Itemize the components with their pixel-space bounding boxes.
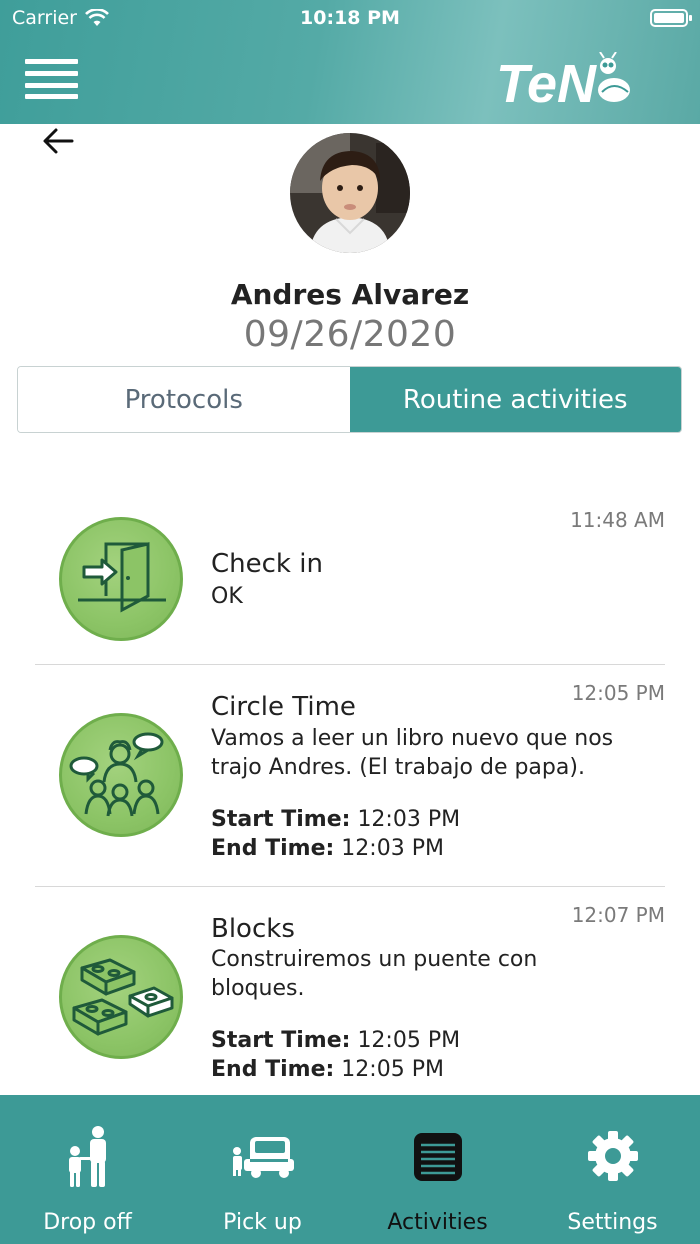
- battery-icon: [650, 9, 692, 27]
- start-time-row: Start Time: 12:03 PM: [211, 807, 460, 832]
- nav-drop-off[interactable]: Drop off: [0, 1095, 175, 1244]
- nav-label: Drop off: [43, 1210, 132, 1235]
- blocks-icon: [59, 935, 183, 1059]
- list-item[interactable]: 12:05 PM Circle Time Vamos a leer un lib…: [35, 678, 665, 878]
- check-in-door-icon: [59, 517, 183, 641]
- nav-label: Activities: [387, 1210, 488, 1235]
- tab-protocols[interactable]: Protocols: [18, 367, 350, 432]
- nav-settings[interactable]: Settings: [525, 1095, 700, 1244]
- hamburger-icon[interactable]: [25, 59, 78, 99]
- list-item[interactable]: 11:48 AM Check in OK: [35, 505, 665, 655]
- activity-title: Check in: [211, 549, 323, 579]
- activity-description: Construiremos un puente con bloques.: [211, 947, 538, 1001]
- activity-date: 09/26/2020: [243, 314, 457, 355]
- activity-time: 11:48 AM: [570, 508, 665, 532]
- activity-title: Circle Time: [211, 692, 356, 722]
- nav-pick-up[interactable]: Pick up: [175, 1095, 350, 1244]
- activity-time: 12:07 PM: [571, 903, 665, 927]
- bottom-tab-bar: Drop off Pick up Activities Settings: [0, 1095, 700, 1244]
- app-header: Carrier 10:18 PM TeN: [0, 0, 700, 124]
- start-time-row: Start Time: 12:05 PM: [211, 1028, 460, 1053]
- activity-description: OK: [211, 584, 243, 609]
- activity-title: Blocks: [211, 914, 295, 944]
- nav-label: Settings: [567, 1210, 658, 1235]
- start-time-label: Start Time:: [211, 807, 351, 832]
- nav-activities[interactable]: Activities: [350, 1095, 525, 1244]
- nav-label: Pick up: [223, 1210, 302, 1235]
- list-divider: [35, 664, 665, 665]
- pick-up-icon: [232, 1137, 294, 1178]
- drop-off-icon: [68, 1126, 106, 1187]
- segment-tabs: Protocols Routine activities: [17, 366, 682, 433]
- logo-text: TeN: [496, 54, 597, 108]
- activity-description: Vamos a leer un libro nuevo que nos traj…: [211, 726, 614, 780]
- end-time-row: End Time: 12:03 PM: [211, 836, 444, 861]
- ten-logo: TeN: [496, 52, 630, 108]
- start-time-label: Start Time:: [211, 1028, 351, 1053]
- tab-routine-activities[interactable]: Routine activities: [349, 367, 681, 432]
- list-divider: [35, 886, 665, 887]
- end-time-value: 12:05 PM: [341, 1057, 444, 1082]
- activity-time: 12:05 PM: [571, 681, 665, 705]
- status-time: 10:18 PM: [300, 7, 400, 29]
- back-arrow-icon[interactable]: [40, 124, 76, 158]
- start-time-value: 12:03 PM: [357, 807, 461, 832]
- gear-icon: [587, 1131, 638, 1181]
- child-name: Andres Alvarez: [230, 278, 470, 311]
- end-time-label: End Time:: [211, 836, 335, 861]
- end-time-label: End Time:: [211, 1057, 335, 1082]
- list-item[interactable]: 12:07 PM Blocks Construiremos un puente …: [35, 900, 665, 1095]
- start-time-value: 12:05 PM: [357, 1028, 461, 1053]
- circle-time-icon: [59, 713, 183, 837]
- end-time-row: End Time: 12:05 PM: [211, 1057, 444, 1082]
- status-bar: Carrier 10:18 PM: [0, 0, 700, 36]
- end-time-value: 12:03 PM: [341, 836, 444, 861]
- avatar: [290, 133, 410, 253]
- activities-icon: [413, 1133, 462, 1181]
